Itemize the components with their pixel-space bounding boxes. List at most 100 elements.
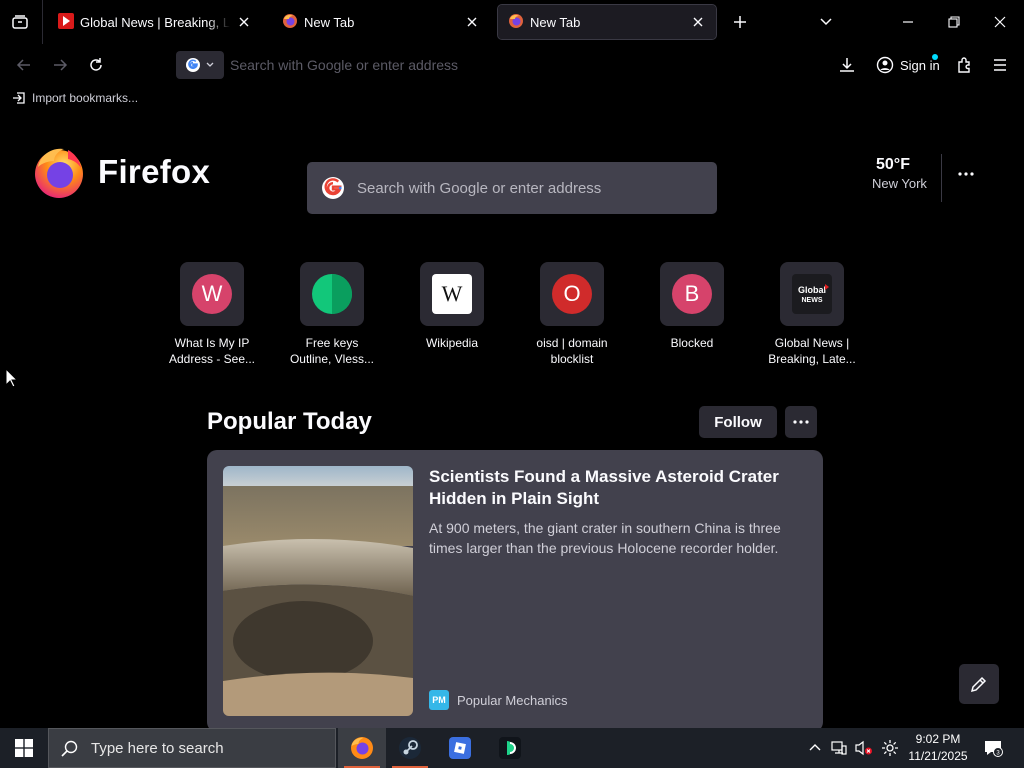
- firefox-favicon: [282, 13, 298, 32]
- network-button[interactable]: [828, 728, 850, 768]
- taskbar-firefox[interactable]: [338, 728, 386, 768]
- tab-new-tab-active[interactable]: New Tab: [497, 4, 717, 40]
- top-site-label: Blocked: [644, 335, 740, 351]
- firefox-logo-icon: [35, 148, 83, 198]
- top-site-label: Global News | Breaking, Late...: [764, 335, 860, 367]
- sign-in-button[interactable]: Sign in: [868, 50, 942, 80]
- newtab-search-box[interactable]: [307, 162, 717, 214]
- url-input[interactable]: [230, 57, 750, 73]
- volume-muted-icon: [855, 740, 872, 756]
- search-icon: [61, 740, 78, 757]
- notification-dot: [932, 54, 938, 60]
- notification-center-button[interactable]: 3: [978, 728, 1008, 768]
- story-source-name: Popular Mechanics: [457, 692, 568, 708]
- new-tab-button[interactable]: [718, 4, 762, 40]
- tab-overflow-button[interactable]: [804, 4, 848, 40]
- global-news-favicon: [58, 12, 74, 32]
- top-site-global-news[interactable]: Global NEWS Global News | Breaking, Late…: [764, 262, 860, 367]
- tab-new-tab-1[interactable]: New Tab: [272, 5, 490, 39]
- firefox-wordmark: Firefox: [98, 153, 211, 190]
- top-site-label-line: oisd | domain: [536, 336, 608, 350]
- network-icon: [831, 741, 847, 755]
- top-site-label: Free keys Outline, Vless...: [284, 335, 380, 367]
- taskbar-search-input[interactable]: [91, 739, 311, 757]
- popular-options-button[interactable]: [785, 406, 817, 438]
- extensions-button[interactable]: [950, 50, 980, 80]
- gear-icon: [882, 740, 898, 756]
- url-bar[interactable]: [176, 50, 776, 80]
- close-window-button[interactable]: [978, 4, 1022, 40]
- top-site-label-line: Free keys: [305, 336, 359, 350]
- reload-icon: [90, 58, 102, 71]
- restore-icon: [948, 16, 960, 28]
- minimize-button[interactable]: [886, 4, 930, 40]
- tab-title: New Tab: [530, 14, 581, 30]
- top-site-tile[interactable]: B: [660, 262, 724, 326]
- show-hidden-icons-button[interactable]: [804, 728, 826, 768]
- minimize-icon: [903, 21, 913, 23]
- customize-button[interactable]: [959, 664, 999, 704]
- start-button[interactable]: [0, 728, 48, 768]
- weather-options-button[interactable]: [950, 162, 982, 186]
- top-site-tile[interactable]: O: [540, 262, 604, 326]
- top-site-label: Wikipedia: [404, 335, 500, 351]
- top-site-blocked[interactable]: B Blocked: [644, 262, 740, 351]
- plus-icon: [734, 16, 746, 28]
- newtab-search-input[interactable]: [357, 179, 697, 197]
- top-site-label-line: blocklist: [550, 352, 594, 366]
- taskbar-roblox[interactable]: [436, 728, 484, 768]
- close-tab-icon[interactable]: [236, 14, 252, 30]
- search-engine-button[interactable]: [176, 51, 224, 79]
- back-button[interactable]: [9, 50, 39, 80]
- top-site-tile[interactable]: W: [180, 262, 244, 326]
- top-site-wikipedia[interactable]: W Wikipedia: [404, 262, 500, 351]
- taskbar-search[interactable]: [48, 728, 336, 768]
- volume-button[interactable]: [852, 728, 876, 768]
- clock-date: 11/21/2025: [908, 749, 968, 763]
- navigation-toolbar: Sign in: [0, 44, 1024, 86]
- google-icon: [322, 177, 344, 199]
- downloads-button[interactable]: [832, 50, 862, 80]
- top-site-tile[interactable]: Global NEWS: [780, 262, 844, 326]
- close-tab-icon[interactable]: [464, 14, 480, 30]
- top-site-label-line: Address - See...: [168, 352, 256, 366]
- weather-divider: [941, 154, 942, 202]
- restore-button[interactable]: [932, 4, 976, 40]
- taskbar-clock[interactable]: 9:02 PM 11/21/2025: [902, 731, 974, 765]
- top-site-tile[interactable]: [300, 262, 364, 326]
- steam-icon: [399, 737, 421, 759]
- bookmarks-toolbar: Import bookmarks...: [0, 86, 1024, 114]
- follow-button[interactable]: Follow: [699, 406, 777, 438]
- import-icon: [13, 92, 25, 104]
- import-bookmarks-button[interactable]: Import bookmarks...: [12, 91, 138, 105]
- firefox-favicon: [508, 13, 524, 32]
- story-card[interactable]: Scientists Found a Massive Asteroid Crat…: [207, 450, 823, 728]
- taskbar-steam[interactable]: [386, 728, 434, 768]
- top-site-tile[interactable]: W: [420, 262, 484, 326]
- reload-button[interactable]: [81, 50, 111, 80]
- notification-icon: 3: [985, 741, 1003, 757]
- top-site-free-keys[interactable]: Free keys Outline, Vless...: [284, 262, 380, 367]
- chevron-up-icon: [809, 744, 821, 751]
- popular-mechanics-logo-icon: PM: [429, 690, 449, 710]
- wikipedia-icon: W: [432, 274, 472, 314]
- close-icon: [994, 16, 1006, 28]
- settings-tray-button[interactable]: [878, 728, 902, 768]
- global-news-logo-icon: Global NEWS: [792, 274, 832, 314]
- top-site-label-line: Outline, Vless...: [289, 352, 375, 366]
- top-site-what-is-my-ip[interactable]: W What Is My IP Address - See...: [164, 262, 260, 367]
- taskbar-app-green[interactable]: [486, 728, 534, 768]
- tab-list-icon: [12, 15, 28, 29]
- story-title[interactable]: Scientists Found a Massive Asteroid Crat…: [429, 466, 799, 510]
- top-site-oisd[interactable]: O oisd | domain blocklist: [524, 262, 620, 367]
- weather-widget[interactable]: 50°F New York: [872, 156, 940, 191]
- import-bookmarks-label: Import bookmarks...: [32, 91, 139, 105]
- tab-title: New Tab: [304, 14, 355, 30]
- close-tab-icon[interactable]: [690, 14, 706, 30]
- list-all-tabs-button[interactable]: [6, 8, 34, 36]
- top-sites: W What Is My IP Address - See... Free ke…: [168, 262, 868, 372]
- tab-global-news[interactable]: Global News | Breaking, Latest News: [48, 5, 262, 39]
- app-menu-button[interactable]: [985, 50, 1015, 80]
- story-source: PM Popular Mechanics: [429, 690, 568, 710]
- forward-button[interactable]: [45, 50, 75, 80]
